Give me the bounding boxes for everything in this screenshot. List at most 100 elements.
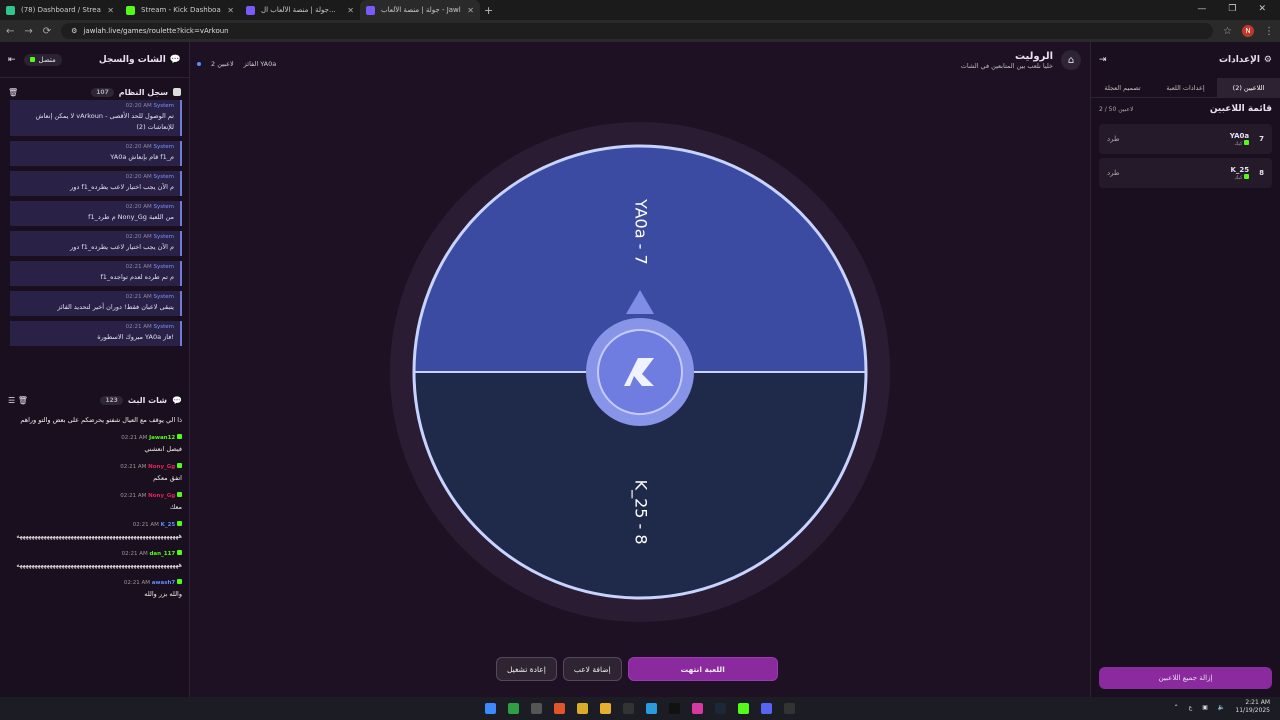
tiktok-icon[interactable] (669, 703, 680, 714)
kick-badge-icon (177, 550, 182, 555)
remove-all-players-button[interactable]: إزالة جميع اللاعبين (1099, 667, 1272, 689)
clear-syslog-icon[interactable]: 🗑 (8, 88, 18, 97)
log-text: يتبقى لاعبان فقط! دوران أخير لتحديد الفا… (57, 303, 174, 311)
clear-chat-icon[interactable]: ☰ 🗑 (8, 396, 28, 405)
roulette-area: 2 لاعبين الفائز YA0a الروليت خليا نلعب بين… (191, 42, 1141, 697)
back-icon[interactable]: ← (6, 26, 14, 37)
system-log-item: 02:20 AM System f1_م طرد Nony_Gg من اللعب… (10, 201, 182, 226)
stream-chat-list[interactable]: ذا الي يوقف مع العيال شفتو يحرضكم على بع… (10, 412, 182, 687)
browser-tab[interactable]: جولة | منصة الألعاب - Jawlah ✕ (360, 0, 480, 20)
folder-icon[interactable] (600, 703, 611, 714)
browser-tab[interactable]: Stream - Kick Dashboard ✕ (120, 0, 240, 20)
chat-message: 02:21 AM Nony_Gg معك (10, 492, 182, 513)
discord-icon[interactable] (761, 703, 772, 714)
roulette-wheel[interactable]: YA0a - 7 K_25 - 8 (388, 120, 892, 624)
chat-username[interactable]: dan_117 (149, 551, 175, 557)
forward-icon[interactable]: → (24, 26, 32, 37)
log-source: System (153, 324, 174, 330)
chat-text: هههههههههههههههههههههههههههههههههههههههه… (16, 532, 182, 540)
game-ended-button[interactable]: اللعبة انتهت (627, 657, 778, 681)
system-log-list[interactable]: 02:20 AM System لا يمكن إنعاش vArkoun - ت… (10, 100, 182, 378)
browser-tab[interactable]: جولة | منصة الألعاب ال... ✕ (240, 0, 360, 20)
terminal-icon[interactable] (531, 703, 542, 714)
url-field[interactable]: ⚙ jawlah.live/games/roulette?kick=vArkoun (61, 23, 1214, 39)
browser-tab[interactable]: (78) Dashboard / Streamlabs ✕ (0, 0, 120, 20)
clock[interactable]: 2:21 AM 11/19/2025 (1235, 699, 1270, 715)
tab-players[interactable]: اللاعبين (2) (1217, 78, 1280, 97)
player-row: طرد K_25 كيك 8 (1099, 158, 1272, 188)
reload-icon[interactable]: ⟳ (43, 26, 51, 37)
log-time: 02:21 AM (125, 324, 152, 330)
chat-time: 02:21 AM (120, 493, 147, 499)
add-player-button[interactable]: إضافة لاعب (562, 657, 622, 681)
maximize-button[interactable]: ❐ (1228, 4, 1236, 14)
wheel-segment-label: K_25 - 8 (631, 480, 651, 545)
chat-title: شات البث (127, 395, 168, 405)
tab-favicon (126, 5, 135, 15)
chat-username[interactable]: K_25 (161, 522, 176, 528)
close-tab-icon[interactable]: ✕ (467, 6, 474, 15)
chat-message: 02:21 AM dan_117 ههههههههههههههههههههههه… (10, 550, 182, 571)
chat-username[interactable]: awash7 (152, 580, 176, 586)
windows-start-icon[interactable] (485, 703, 496, 714)
profile-avatar[interactable]: N (1242, 25, 1254, 37)
players-count: 2 لاعبين (211, 60, 234, 68)
tab-title: (78) Dashboard / Streamlabs (21, 6, 101, 14)
kick-logo-icon (1244, 139, 1250, 145)
close-window-button[interactable]: ✕ (1258, 4, 1266, 14)
settings-title: الإعدادات (1218, 55, 1260, 65)
game-icon[interactable] (784, 703, 795, 714)
player-name: K_25 (1230, 165, 1250, 174)
tab-favicon (366, 5, 375, 15)
kick-badge-icon (177, 521, 182, 526)
chat-message: 02:21 AM Jawan12 فيصل انعشني (10, 434, 182, 455)
collapse-right-icon[interactable]: ⇥ (1099, 55, 1107, 65)
brave-icon[interactable] (554, 703, 565, 714)
telegram-icon[interactable] (646, 703, 657, 714)
menu-icon[interactable]: ⋮ (1264, 26, 1274, 37)
bookmark-star-icon[interactable]: ☆ (1223, 26, 1232, 37)
xbox-icon[interactable] (508, 703, 519, 714)
chat-message: 02:21 AM Nony_Gg اتفق معكم (10, 463, 182, 484)
chat-username[interactable]: Nony_Gg (148, 493, 175, 499)
system-log-item: 02:20 AM System YA0a قام بإنعاش f1_م (10, 141, 182, 166)
tab-game-settings[interactable]: إعدادات اللعبة (1154, 78, 1217, 97)
close-tab-icon[interactable]: ✕ (227, 6, 234, 15)
syslog-title: سجل النظام (118, 87, 168, 97)
home-button[interactable]: ⌂ (1061, 50, 1081, 70)
wheel-segment-label: YA0a - 7 (632, 198, 651, 265)
window-controls: — ❐ ✕ (1183, 0, 1280, 18)
volume-icon[interactable]: 🔈 (1218, 704, 1225, 711)
restart-button[interactable]: إعادة تشغيل (496, 657, 557, 681)
chat-username[interactable]: Nony_Gg (148, 464, 175, 470)
wifi-icon[interactable]: ▣ (1202, 704, 1208, 711)
chrome-icon[interactable] (577, 703, 588, 714)
lang-indicator[interactable]: ع (1189, 704, 1193, 711)
log-source: System (153, 204, 174, 210)
new-tab-button[interactable]: + (484, 4, 493, 17)
app-icon[interactable] (692, 703, 703, 714)
kick-player-button[interactable]: طرد (1107, 135, 1120, 143)
kick-player-button[interactable]: طرد (1107, 169, 1120, 177)
chat-username[interactable]: Jawan12 (149, 435, 175, 441)
tray-chevron-icon[interactable]: ⌃ (1174, 704, 1179, 711)
log-source: System (153, 264, 174, 270)
collapse-left-icon[interactable]: ⇤ (8, 55, 16, 65)
gear-icon: ⚙ (1263, 55, 1272, 65)
steam-icon[interactable] (715, 703, 726, 714)
chat-text: معك (169, 503, 182, 511)
minimize-button[interactable]: — (1197, 4, 1206, 14)
tab-favicon (246, 5, 255, 15)
syslog-icon (173, 88, 181, 96)
site-info-icon[interactable]: ⚙ (71, 27, 77, 35)
chat-text: والله بزر والله (144, 590, 182, 598)
browser-tabbar: (78) Dashboard / Streamlabs✕Stream - Kic… (0, 0, 1280, 20)
players-capacity: 2 / 50 لاعبين (1099, 105, 1134, 113)
kick-icon[interactable] (738, 703, 749, 714)
close-tab-icon[interactable]: ✕ (347, 6, 354, 15)
close-tab-icon[interactable]: ✕ (107, 6, 114, 15)
log-source: System (153, 103, 174, 109)
obs-icon[interactable] (623, 703, 634, 714)
chat-message: ذا الي يوقف مع العيال شفتو يحرضكم على بع… (10, 415, 182, 426)
tab-wheel-design[interactable]: تصميم العجلة (1091, 78, 1154, 97)
